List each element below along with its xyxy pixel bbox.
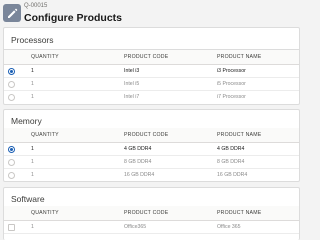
section-processors: Processors QUANTITY PRODUCT CODE PRODUCT… — [3, 27, 300, 105]
section-software: Software QUANTITY PRODUCT CODE PRODUCT N… — [3, 187, 300, 240]
row-radio[interactable] — [8, 94, 15, 101]
table-row[interactable]: 1 Intel i5 i5 Processor — [4, 78, 299, 91]
col-quantity: QUANTITY — [31, 132, 59, 138]
edit-pencil-icon — [3, 4, 21, 22]
product-name-cell: 4 GB DDR4 — [217, 146, 245, 152]
product-code-cell: Intel i7 — [124, 94, 140, 100]
product-name-cell: 16 GB DDR4 — [217, 172, 248, 178]
product-name-cell: i5 Processor — [217, 81, 246, 87]
page-header: Q-00015 Configure Products — [0, 0, 300, 30]
col-quantity: QUANTITY — [31, 210, 59, 216]
quantity-cell: 1 — [31, 81, 34, 87]
section-title: Software — [11, 194, 45, 204]
row-radio[interactable] — [8, 159, 15, 166]
quantity-cell: 1 — [31, 68, 34, 74]
product-code-cell: 4 GB DDR4 — [124, 146, 152, 152]
row-radio[interactable] — [8, 146, 15, 153]
table-header: QUANTITY PRODUCT CODE PRODUCT NAME — [4, 128, 299, 143]
col-quantity: QUANTITY — [31, 54, 59, 60]
section-memory: Memory QUANTITY PRODUCT CODE PRODUCT NAM… — [3, 109, 300, 182]
table-row[interactable]: 1 16 GB DDR4 16 GB DDR4 — [4, 169, 299, 181]
product-name-cell: Office 365 — [217, 224, 241, 230]
product-code-cell: Office365 — [124, 224, 147, 230]
table-row[interactable]: 1 Intel i3 i3 Processor — [4, 65, 299, 78]
table-header: QUANTITY PRODUCT CODE PRODUCT NAME — [4, 206, 299, 221]
record-number: Q-00015 — [24, 3, 48, 9]
col-product-name: PRODUCT NAME — [217, 132, 262, 138]
table-header: QUANTITY PRODUCT CODE PRODUCT NAME — [4, 50, 299, 65]
quantity-cell: 1 — [31, 146, 34, 152]
row-checkbox[interactable] — [8, 224, 15, 231]
quantity-cell: 1 — [31, 172, 34, 178]
table-row[interactable]: 1 4 GB DDR4 4 GB DDR4 — [4, 143, 299, 156]
product-code-cell: 8 GB DDR4 — [124, 159, 152, 165]
col-product-code: PRODUCT CODE — [124, 54, 169, 60]
row-radio[interactable] — [8, 81, 15, 88]
table-row[interactable]: 1 8 GB DDR4 8 GB DDR4 — [4, 156, 299, 169]
product-name-cell: i3 Processor — [217, 68, 246, 74]
col-product-name: PRODUCT NAME — [217, 54, 262, 60]
row-radio[interactable] — [8, 172, 15, 179]
table-row[interactable]: 1 Intel i7 i7 Processor — [4, 91, 299, 104]
quantity-cell: 1 — [31, 94, 34, 100]
page-title: Configure Products — [24, 12, 123, 24]
product-code-cell: Intel i5 — [124, 81, 140, 87]
product-name-cell: i7 Processor — [217, 94, 246, 100]
product-code-cell: Intel i3 — [124, 68, 140, 74]
col-product-code: PRODUCT CODE — [124, 210, 169, 216]
col-product-name: PRODUCT NAME — [217, 210, 262, 216]
col-product-code: PRODUCT CODE — [124, 132, 169, 138]
product-name-cell: 8 GB DDR4 — [217, 159, 245, 165]
section-title: Memory — [11, 116, 42, 126]
product-code-cell: 16 GB DDR4 — [124, 172, 155, 178]
quantity-cell: 1 — [31, 159, 34, 165]
section-title: Processors — [11, 35, 54, 45]
table-row[interactable]: 1 Office365 Office 365 — [4, 221, 299, 234]
row-radio[interactable] — [8, 68, 15, 75]
quantity-cell: 1 — [31, 224, 34, 230]
